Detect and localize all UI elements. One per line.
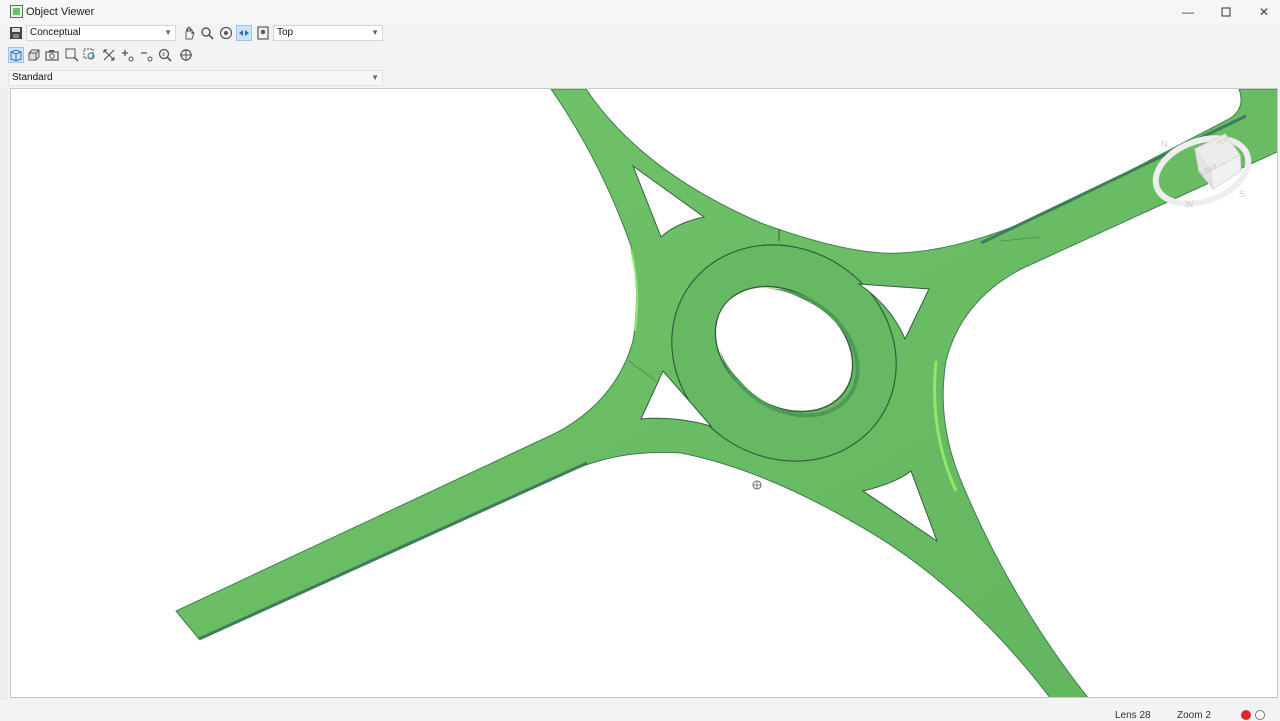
zoom-in-icon[interactable] xyxy=(119,47,135,63)
svg-text:±: ± xyxy=(162,52,166,58)
chevron-down-icon: ▼ xyxy=(164,28,172,37)
app-icon xyxy=(10,5,23,18)
free-orbit-icon[interactable] xyxy=(236,25,252,41)
compass-south: S xyxy=(1239,189,1246,199)
left-edge-panel xyxy=(0,88,8,700)
view-dropdown[interactable]: Top ▼ xyxy=(273,25,383,41)
road-edge-shadow xyxy=(198,461,588,641)
zoom-realtime-icon[interactable]: ± xyxy=(157,47,173,63)
zoom-selected-icon[interactable] xyxy=(82,47,98,63)
view-value: Top xyxy=(277,27,294,38)
toolbar-secondary: ± xyxy=(0,46,1280,68)
zoom-readout: Zoom 2 xyxy=(1177,710,1211,721)
walk-icon[interactable] xyxy=(255,25,271,41)
maximize-icon[interactable] xyxy=(1208,0,1244,24)
crosshair-cursor-icon xyxy=(752,480,762,490)
view-3d-icon[interactable] xyxy=(8,47,24,63)
pan-icon[interactable] xyxy=(181,25,197,41)
orbit-icon[interactable] xyxy=(218,25,234,41)
display-style-value: Standard xyxy=(12,72,53,83)
camera-icon[interactable] xyxy=(44,47,60,63)
record-indicator-icon[interactable] xyxy=(1241,710,1251,720)
display-style-dropdown[interactable]: Standard ▼ xyxy=(8,70,383,86)
3d-viewport[interactable]: LEFT TOP N W S xyxy=(10,88,1278,698)
roundabout-model xyxy=(175,89,1277,697)
compass-north: N xyxy=(1161,139,1168,149)
target-icon[interactable] xyxy=(178,47,194,63)
view-box-icon[interactable] xyxy=(26,47,42,63)
chevron-down-icon: ▼ xyxy=(371,28,379,37)
zoom-extents-icon[interactable] xyxy=(101,47,117,63)
zoom-window-icon[interactable] xyxy=(64,47,80,63)
lens-readout: Lens 28 xyxy=(1115,710,1151,721)
visual-style-dropdown[interactable]: Conceptual ▼ xyxy=(26,25,176,41)
chevron-down-icon: ▼ xyxy=(371,73,379,82)
title-bar: Object Viewer — ✕ xyxy=(0,0,1280,24)
zoom-icon[interactable] xyxy=(199,25,215,41)
close-icon[interactable]: ✕ xyxy=(1246,0,1280,24)
save-icon[interactable] xyxy=(8,25,24,41)
minimize-icon[interactable]: — xyxy=(1170,0,1206,24)
viewcube[interactable]: LEFT TOP N W S xyxy=(1147,119,1257,219)
stop-indicator-icon[interactable] xyxy=(1255,710,1265,720)
compass-west: W xyxy=(1185,199,1194,209)
status-bar xyxy=(0,700,1280,720)
zoom-out-icon[interactable] xyxy=(138,47,154,63)
window-title: Object Viewer xyxy=(26,6,95,18)
toolbar-primary: Conceptual ▼ Top ▼ xyxy=(0,24,1280,46)
visual-style-value: Conceptual xyxy=(30,27,81,38)
